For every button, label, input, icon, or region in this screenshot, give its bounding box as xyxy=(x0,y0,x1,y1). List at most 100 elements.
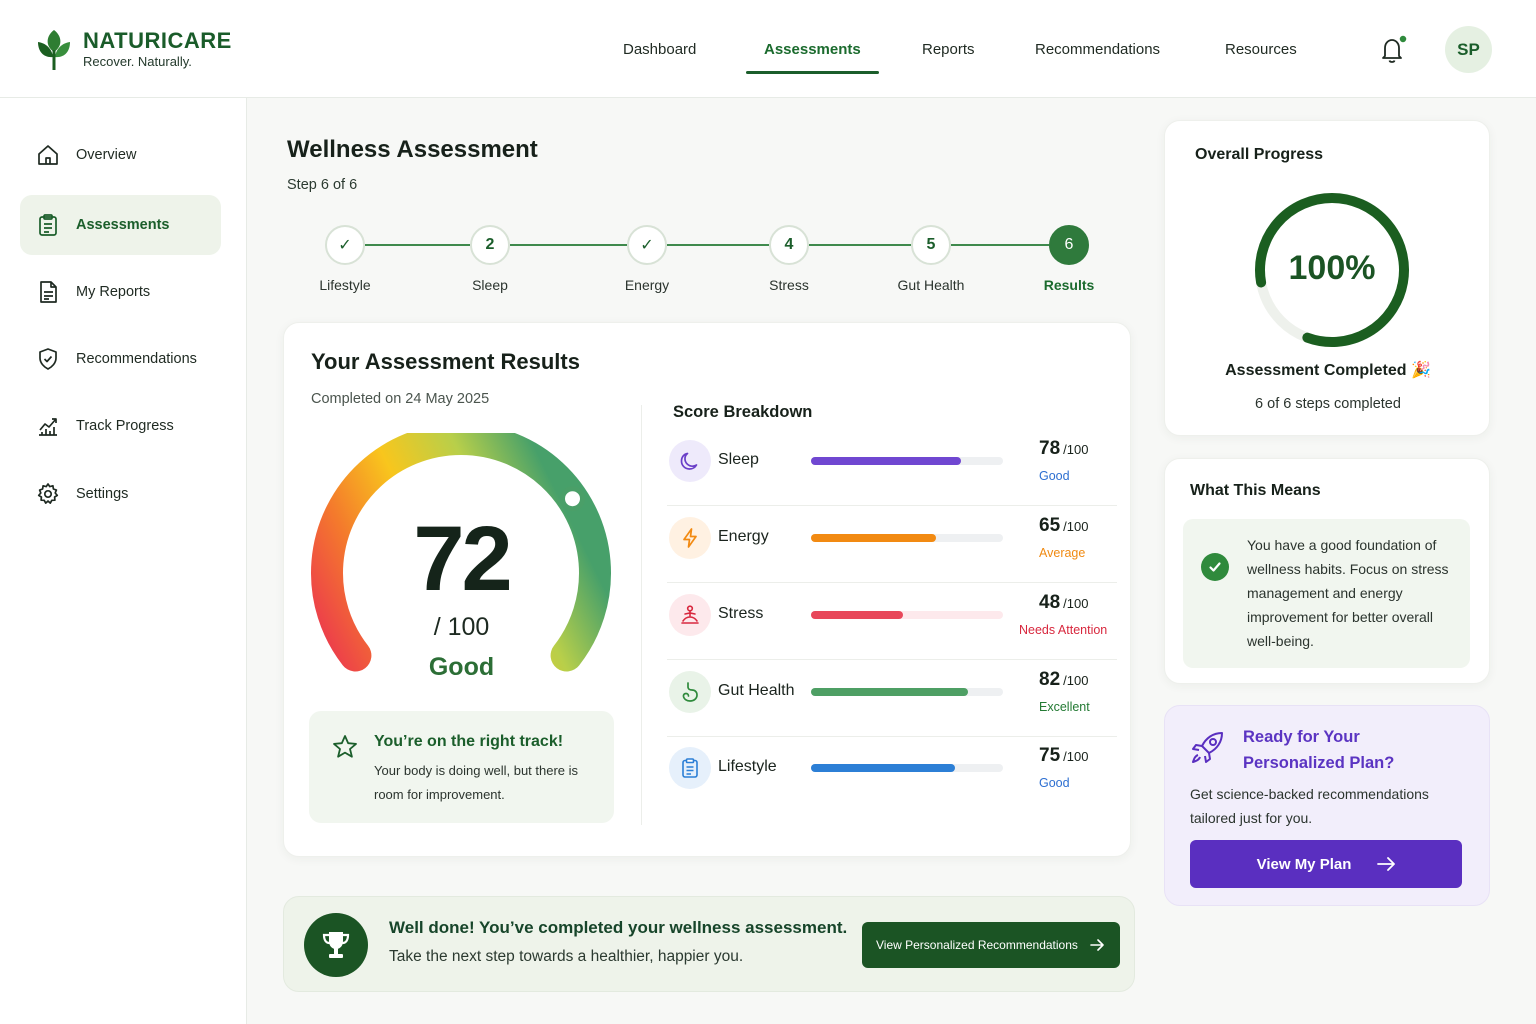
nav-dashboard[interactable]: Dashboard xyxy=(623,36,696,74)
breakdown-bar-fill xyxy=(811,611,904,619)
score-label: Good xyxy=(428,653,495,681)
breakdown-row-lifestyle: Lifestyle 75/100 Good xyxy=(667,737,1117,813)
chart-trend-icon xyxy=(39,418,57,436)
breakdown-name: Lifestyle xyxy=(718,758,777,775)
results-title: Your Assessment Results xyxy=(311,349,580,374)
step-lifestyle[interactable]: ✓ Lifestyle xyxy=(319,225,371,293)
step-results[interactable]: 6 Results xyxy=(1044,225,1094,293)
moon-icon xyxy=(669,440,711,482)
sidebar: Overview Assessments My Reports Recommen… xyxy=(0,98,247,1024)
nav-resources[interactable]: Resources xyxy=(1225,36,1297,74)
step-connector xyxy=(809,244,911,246)
score-value: 78 xyxy=(1039,438,1061,459)
plan-title: Ready for Your Personalized Plan? xyxy=(1243,728,1395,772)
view-my-plan-button[interactable]: View My Plan xyxy=(1190,840,1462,888)
clipboard-icon xyxy=(39,214,57,236)
score-breakdown-title: Score Breakdown xyxy=(673,403,813,421)
sidebar-item-my-reports[interactable]: My Reports xyxy=(20,262,221,322)
breakdown-bar-track xyxy=(811,764,1003,772)
sidebar-item-label: Settings xyxy=(76,486,129,502)
sidebar-item-settings[interactable]: Settings xyxy=(20,464,221,524)
breakdown-bar-fill xyxy=(811,688,969,696)
breakdown-status: Excellent xyxy=(1039,700,1090,714)
step-connector xyxy=(667,244,769,246)
step-marker: ✓ xyxy=(325,225,365,265)
score-max: /100 xyxy=(1063,749,1089,764)
nav-recommendations[interactable]: Recommendations xyxy=(1035,36,1160,74)
avatar[interactable]: SP xyxy=(1445,26,1492,73)
breakdown-bar-track xyxy=(811,611,1003,619)
vertical-divider xyxy=(641,405,642,825)
step-marker: 2 xyxy=(470,225,510,265)
sidebar-item-overview[interactable]: Overview xyxy=(20,125,221,185)
sidebar-item-label: Assessments xyxy=(76,217,170,233)
banner-subtitle: Take the next step towards a healthier, … xyxy=(389,948,744,965)
check-circle-icon xyxy=(1201,553,1229,581)
breakdown-bar-track xyxy=(811,457,1003,465)
step-energy[interactable]: ✓ Energy xyxy=(625,225,669,293)
nav-assessments[interactable]: Assessments xyxy=(746,36,879,74)
step-label: Sleep xyxy=(472,277,508,293)
breakdown-bar-track xyxy=(811,534,1003,542)
score-value: 82 xyxy=(1039,669,1061,690)
breakdown-name: Gut Health xyxy=(718,682,795,699)
breakdown-name: Energy xyxy=(718,528,769,545)
assessment-completed-label: Assessment Completed 🎉 xyxy=(1225,362,1431,379)
step-stress[interactable]: 4 Stress xyxy=(769,225,809,293)
breakdown-status: Average xyxy=(1039,546,1086,560)
stomach-icon xyxy=(669,671,711,713)
gauge-knob xyxy=(560,486,586,512)
breakdown-row-stress: Stress 48/100 Needs Attention xyxy=(667,584,1117,660)
step-label: Energy xyxy=(624,277,670,293)
sidebar-item-label: Track Progress xyxy=(76,418,174,434)
breakdown-status: Good xyxy=(1039,776,1070,790)
rocket-icon xyxy=(1192,732,1223,763)
sidebar-item-label: My Reports xyxy=(76,284,151,300)
breakdown-score: 78/100 xyxy=(1039,438,1088,460)
score-max: / 100 xyxy=(433,613,490,641)
step-gut-health[interactable]: 5 Gut Health xyxy=(898,225,964,293)
bell-icon[interactable] xyxy=(1378,34,1408,66)
brand-name: NATURICARE xyxy=(83,28,232,53)
banner-title: Well done! You’ve completed your wellnes… xyxy=(389,918,848,937)
completion-banner: Well done! You’ve completed your wellnes… xyxy=(283,896,1135,992)
gear-icon xyxy=(37,483,59,504)
sidebar-item-assessments[interactable]: Assessments xyxy=(20,195,221,255)
score-max: /100 xyxy=(1063,519,1089,534)
view-recommendations-button[interactable]: View Personalized Recommendations xyxy=(862,922,1120,968)
breakdown-bar-fill xyxy=(811,534,936,542)
sidebar-item-label: Overview xyxy=(76,147,137,163)
score-max: /100 xyxy=(1063,596,1089,611)
score-value: 75 xyxy=(1039,745,1061,766)
progress-percent: 100% xyxy=(1288,249,1376,287)
button-label: View Personalized Recommendations xyxy=(876,938,1078,952)
step-connector xyxy=(510,244,627,246)
document-icon xyxy=(40,281,57,303)
breakdown-score: 48/100 xyxy=(1039,592,1088,614)
breakdown-name: Stress xyxy=(718,605,764,622)
breakdown-score: 82/100 xyxy=(1039,669,1088,691)
home-icon xyxy=(38,145,58,165)
breakdown-bar-fill xyxy=(811,457,961,465)
breakdown-score: 75/100 xyxy=(1039,745,1088,767)
means-title: What This Means xyxy=(1190,482,1321,499)
feedback-title: You’re on the right track! xyxy=(374,733,564,750)
sidebar-item-track-progress[interactable]: Track Progress xyxy=(20,396,221,456)
overall-score: 72 xyxy=(413,508,512,610)
step-label: Gut Health xyxy=(897,277,965,293)
steps-completed-label: 6 of 6 steps completed xyxy=(1255,396,1401,412)
logo[interactable]: NATURICARE Recover. Naturally. xyxy=(34,26,232,72)
results-card: Your Assessment Results Completed on 24 … xyxy=(283,322,1131,857)
page-title: Wellness Assessment xyxy=(287,136,538,163)
score-max: /100 xyxy=(1063,442,1089,457)
nav-reports[interactable]: Reports xyxy=(922,36,975,74)
step-marker: 6 xyxy=(1049,225,1089,265)
step-sleep[interactable]: 2 Sleep xyxy=(470,225,510,293)
clipboard-list-icon xyxy=(669,747,711,789)
means-box: You have a good foundation of wellness h… xyxy=(1183,519,1470,668)
arrow-right-icon xyxy=(1377,857,1396,871)
overall-progress-card: Overall Progress 100% Assessment Complet… xyxy=(1164,120,1490,436)
progress-title: Overall Progress xyxy=(1195,146,1324,163)
sidebar-item-recommendations[interactable]: Recommendations xyxy=(20,329,221,389)
breakdown-row-gut-health: Gut Health 82/100 Excellent xyxy=(667,661,1117,737)
